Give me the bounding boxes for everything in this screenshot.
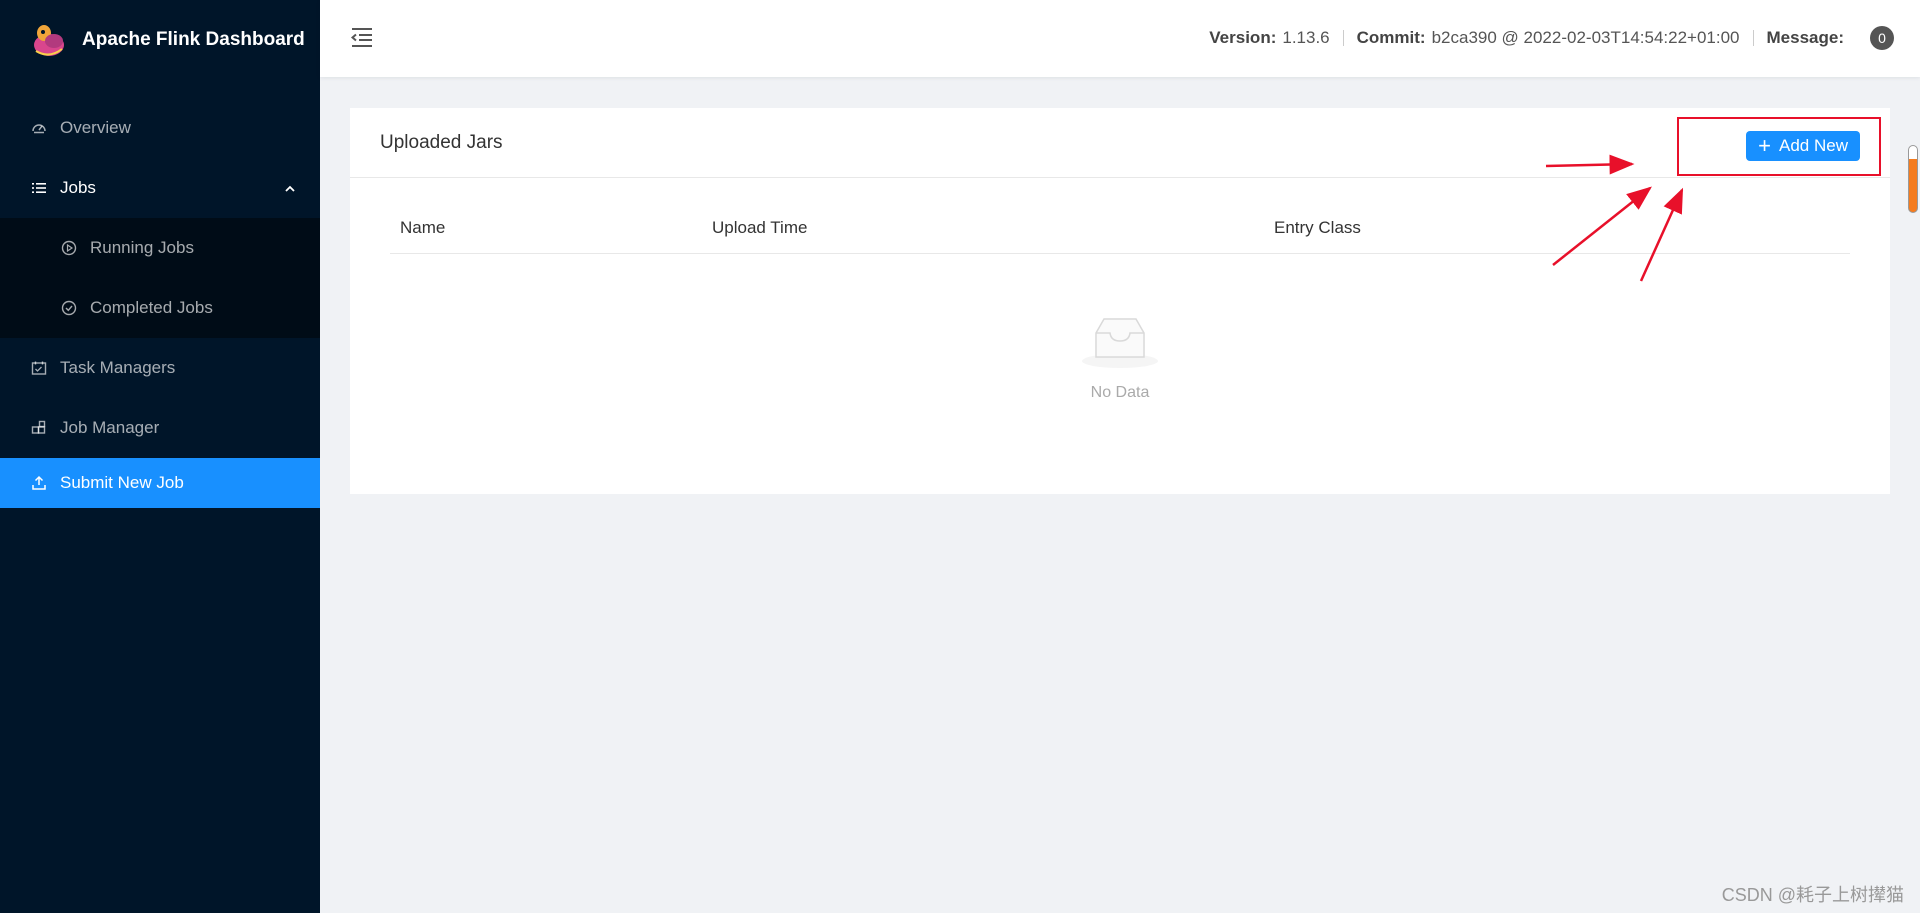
sidebar: Apache Flink Dashboard Overview Jobs Run… [0, 0, 320, 913]
commit-label: Commit: [1356, 28, 1426, 47]
sidebar-item-submit-new-job[interactable]: Submit New Job [0, 458, 320, 508]
table-header: Name Upload Time Entry Class [390, 218, 1850, 254]
play-circle-icon [60, 239, 78, 257]
flink-squirrel-logo-icon [34, 25, 64, 56]
top-header: Version: 1.13.6 Commit: b2ca390 @ 2022-0… [320, 0, 1920, 77]
message-label[interactable]: Message: [1767, 28, 1844, 48]
add-new-button[interactable]: + Add New [1746, 131, 1860, 161]
jars-table: Name Upload Time Entry Class [390, 218, 1850, 254]
watermark: CSDN @耗子上树撵猫 [1721, 885, 1904, 905]
dashboard-icon [30, 119, 48, 137]
commit-value: b2ca390 @ 2022-02-03T14:54:22+01:00 [1431, 28, 1740, 47]
jobs-submenu: Running Jobs Completed Jobs [0, 218, 320, 338]
empty-text: No Data [1090, 384, 1150, 401]
sidebar-item-label: Running Jobs [90, 238, 194, 257]
sidebar-menu: Overview Jobs Running Jobs Completed Job… [0, 98, 320, 508]
version-label: Version: [1209, 28, 1277, 47]
sidebar-item-label: Task Managers [60, 358, 176, 377]
scrollbar-thumb[interactable] [1908, 145, 1918, 213]
sidebar-item-label: Jobs [60, 178, 96, 197]
add-new-label: Add New [1779, 136, 1848, 155]
sidebar-item-label: Job Manager [60, 418, 160, 437]
plus-icon: + [1758, 133, 1772, 158]
chevron-up-icon [284, 180, 296, 200]
vertical-scrollbar[interactable] [1908, 145, 1920, 213]
card-header: Uploaded Jars + Add New [350, 108, 1890, 178]
column-header-name[interactable]: Name [390, 218, 702, 253]
empty-state: No Data [350, 313, 1890, 402]
app-title: Apache Flink Dashboard [82, 29, 305, 50]
logo[interactable]: Apache Flink Dashboard [0, 0, 320, 80]
upload-icon [30, 474, 48, 492]
card-title: Uploaded Jars [380, 132, 503, 153]
sidebar-item-running-jobs[interactable]: Running Jobs [0, 218, 320, 278]
divider [1342, 30, 1344, 46]
sidebar-item-job-manager[interactable]: Job Manager [0, 398, 320, 458]
sidebar-item-label: Completed Jobs [90, 298, 213, 317]
schedule-icon [30, 359, 48, 377]
sidebar-item-jobs[interactable]: Jobs [0, 158, 320, 218]
sidebar-item-label: Submit New Job [60, 473, 184, 492]
header-info: Version: 1.13.6 Commit: b2ca390 @ 2022-0… [1209, 26, 1894, 50]
sidebar-item-task-managers[interactable]: Task Managers [0, 338, 320, 398]
sidebar-item-overview[interactable]: Overview [0, 98, 320, 158]
sidebar-item-label: Overview [60, 118, 131, 137]
build-icon [30, 419, 48, 437]
menu-fold-icon[interactable] [350, 26, 374, 48]
version-value: 1.13.6 [1282, 28, 1330, 47]
column-header-entry-class[interactable]: Entry Class [1264, 218, 1850, 253]
check-circle-icon [60, 299, 78, 317]
empty-inbox-icon [1082, 318, 1158, 368]
list-icon [30, 179, 48, 197]
column-header-upload-time[interactable]: Upload Time [702, 218, 1264, 253]
uploaded-jars-card: Uploaded Jars + Add New Name Upload Time… [350, 108, 1890, 494]
divider [1752, 30, 1754, 46]
message-count-badge[interactable]: 0 [1870, 26, 1894, 50]
sidebar-item-completed-jobs[interactable]: Completed Jobs [0, 278, 320, 338]
